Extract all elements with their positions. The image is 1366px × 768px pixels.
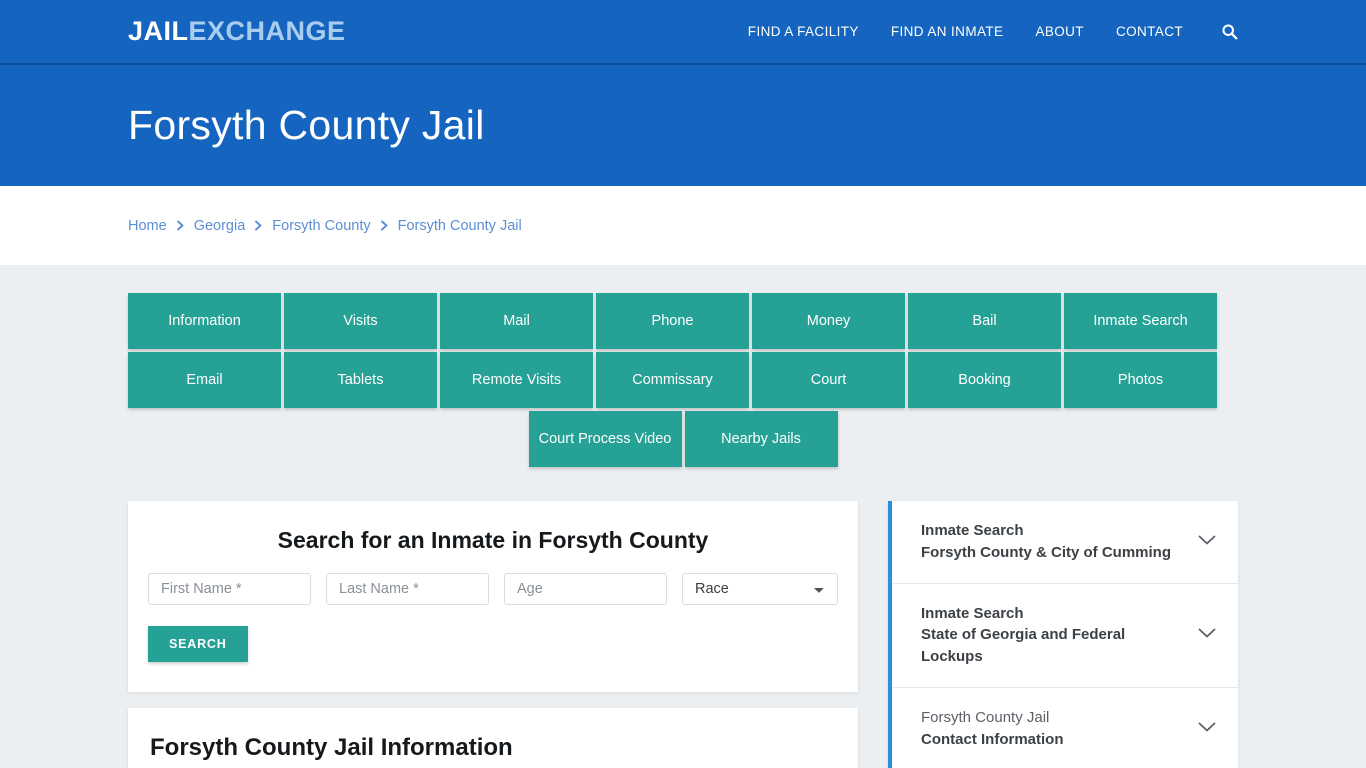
nav-item-find-a-facility[interactable]: FIND A FACILITY (748, 24, 859, 39)
nav-item-find-an-inmate[interactable]: FIND AN INMATE (891, 24, 1004, 39)
page-body: Information Visits Mail Phone Money Bail… (0, 265, 1366, 768)
accordion-item-line2: Forsyth County & City of Cumming (921, 543, 1171, 561)
main-column: Search for an Inmate in Forsyth County R… (128, 501, 858, 768)
tile-inmate-search[interactable]: Inmate Search (1064, 293, 1217, 349)
jail-information-title: Forsyth County Jail Information (150, 734, 513, 761)
facility-tile-row-3: Court Process Video Nearby Jails (128, 411, 1238, 467)
tile-photos[interactable]: Photos (1064, 352, 1217, 408)
site-logo[interactable]: JAILEXCHANGE (128, 16, 346, 47)
nav-item-about[interactable]: ABOUT (1035, 24, 1084, 39)
breadcrumb-item-georgia[interactable]: Georgia (194, 218, 246, 234)
tile-email[interactable]: Email (128, 352, 281, 408)
tile-booking[interactable]: Booking (908, 352, 1061, 408)
inmate-search-card: Search for an Inmate in Forsyth County R… (128, 501, 858, 692)
sidebar-column: Inmate Search Forsyth County & City of C… (888, 501, 1238, 768)
search-button[interactable]: SEARCH (148, 626, 248, 662)
accordion-item-line2: State of Georgia and Federal Lockups (921, 626, 1126, 665)
tile-visits[interactable]: Visits (284, 293, 437, 349)
chevron-right-icon (254, 220, 263, 231)
tile-money[interactable]: Money (752, 293, 905, 349)
page-title: Forsyth County Jail (128, 102, 485, 148)
tile-remote-visits[interactable]: Remote Visits (440, 352, 593, 408)
search-submit-row: SEARCH (148, 626, 838, 662)
accordion-item-text: Inmate Search Forsyth County & City of C… (921, 520, 1171, 564)
age-input[interactable] (504, 573, 667, 605)
breadcrumb-item-home[interactable]: Home (128, 218, 167, 234)
tile-court[interactable]: Court (752, 352, 905, 408)
chevron-down-icon[interactable] (1198, 533, 1216, 551)
site-header: JAILEXCHANGE FIND A FACILITY FIND AN INM… (0, 0, 1366, 65)
facility-tile-grid: Information Visits Mail Phone Money Bail… (128, 265, 1238, 408)
breadcrumb-item-forsyth-county[interactable]: Forsyth County (272, 218, 370, 234)
accordion-item-inmate-search-county[interactable]: Inmate Search Forsyth County & City of C… (892, 501, 1238, 584)
tile-nearby-jails[interactable]: Nearby Jails (684, 411, 838, 467)
tile-phone[interactable]: Phone (596, 293, 749, 349)
search-fields-row: Race (148, 573, 838, 605)
race-select[interactable]: Race (682, 573, 838, 605)
tile-tablets[interactable]: Tablets (284, 352, 437, 408)
first-name-input[interactable] (148, 573, 311, 605)
chevron-down-icon[interactable] (1198, 720, 1216, 738)
tile-court-process-video[interactable]: Court Process Video (528, 411, 682, 467)
jail-information-card: Forsyth County Jail Information (128, 708, 858, 768)
accordion-item-line1: Inmate Search (921, 522, 1024, 539)
chevron-down-icon[interactable] (1198, 626, 1216, 644)
chevron-right-icon (380, 220, 389, 231)
main-navigation: FIND A FACILITY FIND AN INMATE ABOUT CON… (748, 23, 1238, 40)
accordion-item-text: Inmate Search State of Georgia and Feder… (921, 603, 1186, 668)
breadcrumb: Home Georgia Forsyth County Forsyth Coun… (128, 218, 522, 234)
accordion-item-line1: Forsyth County Jail (921, 708, 1050, 726)
tile-bail[interactable]: Bail (908, 293, 1061, 349)
accordion-item-line2: Contact Information (921, 730, 1064, 748)
tile-mail[interactable]: Mail (440, 293, 593, 349)
logo-text-primary: JAIL (128, 16, 189, 46)
search-card-title: Search for an Inmate in Forsyth County (277, 527, 709, 553)
sidebar-accordion: Inmate Search Forsyth County & City of C… (888, 501, 1238, 768)
last-name-input[interactable] (326, 573, 489, 605)
logo-text-secondary: EXCHANGE (188, 16, 346, 46)
breadcrumb-bar: Home Georgia Forsyth County Forsyth Coun… (0, 186, 1366, 265)
chevron-right-icon (176, 220, 185, 231)
accordion-item-line1: Inmate Search (921, 604, 1024, 622)
tile-information[interactable]: Information (128, 293, 281, 349)
accordion-item-contact-information[interactable]: Forsyth County Jail Contact Information (892, 688, 1238, 768)
tile-commissary[interactable]: Commissary (596, 352, 749, 408)
breadcrumb-item-forsyth-county-jail[interactable]: Forsyth County Jail (398, 218, 522, 234)
nav-item-contact[interactable]: CONTACT (1116, 24, 1183, 39)
content-columns: Search for an Inmate in Forsyth County R… (128, 501, 1238, 768)
accordion-item-inmate-search-state[interactable]: Inmate Search State of Georgia and Feder… (892, 584, 1238, 688)
accordion-item-text: Forsyth County Jail Contact Information (921, 707, 1064, 751)
hero-banner: Forsyth County Jail (0, 65, 1366, 186)
search-icon[interactable] (1221, 23, 1238, 40)
